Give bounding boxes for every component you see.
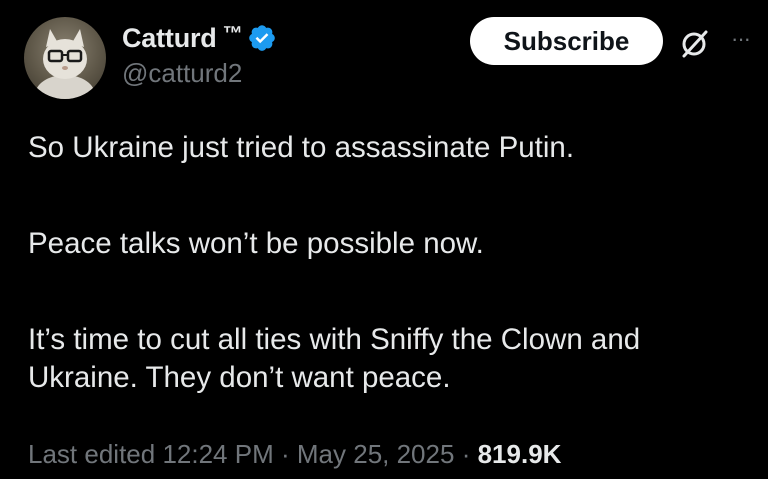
view-count[interactable]: 819.9K [478, 439, 562, 469]
tweet-metadata: Last edited 12:24 PM · May 25, 2025 · 81… [28, 439, 561, 470]
tweet-card: Catturd ™ @catturd2 Subscribe ··· So Ukr… [0, 0, 768, 479]
name-row: Catturd ™ [122, 20, 277, 56]
tweet-paragraph: So Ukraine just tried to assassinate Put… [28, 131, 575, 164]
tweet-date[interactable]: May 25, 2025 [297, 439, 455, 469]
trademark-symbol: ™ [222, 22, 243, 45]
tweet-paragraph: It’s time to cut all ties with Sniffy th… [28, 323, 641, 394]
display-name[interactable]: Catturd [122, 23, 217, 54]
tweet-time[interactable]: 12:24 PM [162, 439, 273, 469]
more-options-icon[interactable]: ··· [731, 24, 761, 54]
author-info: Catturd ™ @catturd2 [122, 20, 277, 89]
user-handle[interactable]: @catturd2 [122, 58, 277, 89]
verified-badge-icon[interactable] [247, 23, 277, 53]
separator: · [461, 439, 471, 469]
tweet-paragraph: Peace talks won’t be possible now. [28, 227, 484, 260]
separator: · [280, 439, 290, 469]
edited-label[interactable]: Last edited [28, 439, 155, 469]
subscribe-button[interactable]: Subscribe [470, 17, 663, 65]
avatar[interactable] [24, 17, 106, 99]
grok-icon[interactable] [678, 26, 712, 60]
cat-with-glasses-avatar-icon [35, 29, 95, 99]
